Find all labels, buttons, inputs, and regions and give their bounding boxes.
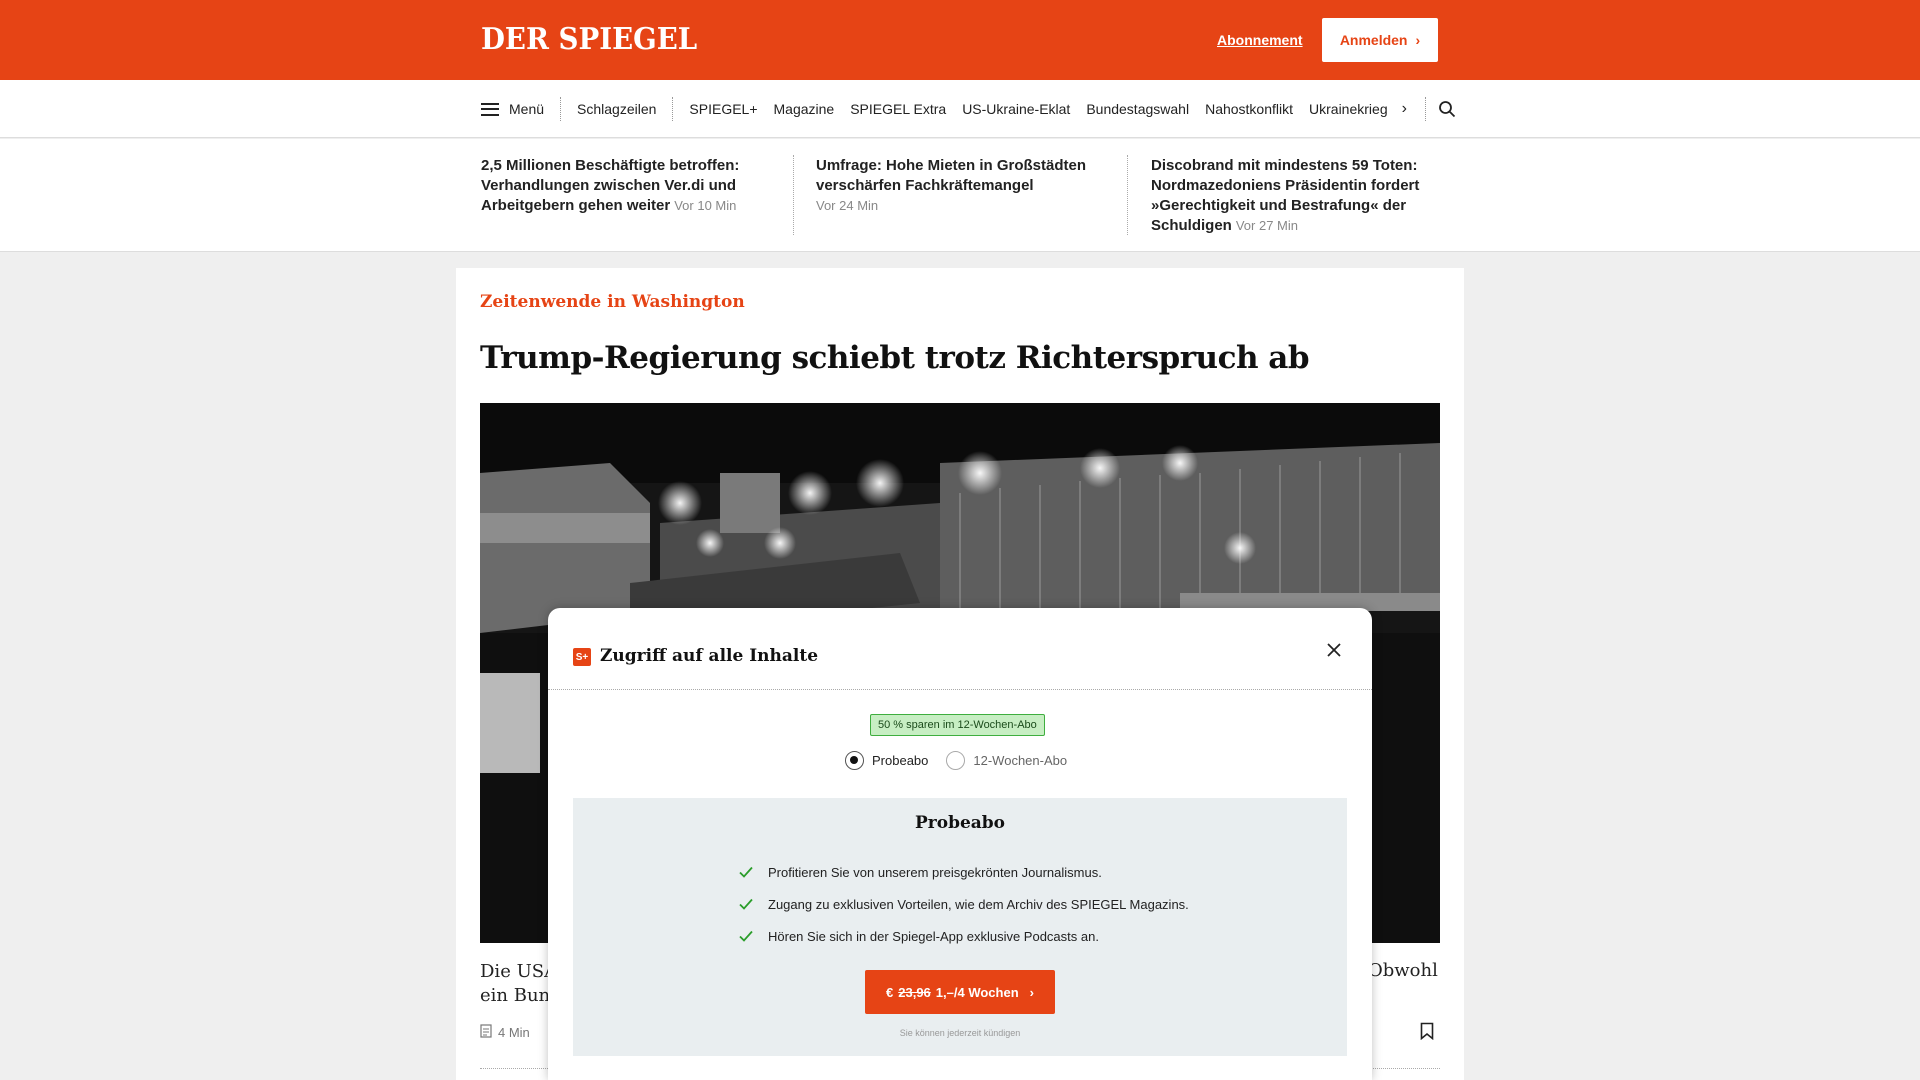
nav-item-us-ukraine[interactable]: US-Ukraine-Eklat <box>954 101 1078 117</box>
nav-item-spiegel-plus[interactable]: SPIEGEL+ <box>673 101 765 117</box>
plan-option-12-wochen[interactable]: 12-Wochen-Abo <box>946 751 1067 770</box>
benefit-item: Zugang zu exklusiven Vorteilen, wie dem … <box>738 888 1189 920</box>
bookmark-icon[interactable] <box>1420 1022 1434 1045</box>
plan-option-label: 12-Wochen-Abo <box>973 753 1068 768</box>
ticker-time: Vor 10 Min <box>674 198 737 213</box>
spiegel-logo[interactable]: DER SPIEGEL <box>481 22 697 57</box>
ticker-item[interactable]: Umfrage: Hohe Mieten in Großstädten vers… <box>816 156 1106 216</box>
ticker-item[interactable]: Discobrand mit mindestens 59 Toten: Nord… <box>1151 156 1441 236</box>
ticker-item[interactable]: 2,5 Millionen Beschäftigte betroffen: Ve… <box>481 156 761 216</box>
plan-option-probeabo[interactable]: Probeabo <box>845 751 928 770</box>
cancel-note: Sie können jederzeit kündigen <box>899 1028 1021 1038</box>
spiegel-plus-icon: S+ <box>573 648 591 666</box>
ticker-divider <box>793 155 794 235</box>
plan-selector: Probeabo 12-Wochen-Abo <box>845 751 1067 770</box>
cta-old-price: 23,96 <box>898 984 931 1000</box>
login-button[interactable]: Anmelden › <box>1322 18 1438 62</box>
article-headline[interactable]: Trump-Regierung schiebt trotz Richterspr… <box>480 340 1310 376</box>
modal-title: Zugriff auf alle Inhalte <box>600 646 819 666</box>
benefit-list: Profitieren Sie von unserem preisgekrönt… <box>738 856 1189 952</box>
chevron-right-icon: › <box>1029 984 1034 1000</box>
nav-item-nahostkonflikt[interactable]: Nahostkonflikt <box>1197 101 1301 117</box>
headline-ticker: 2,5 Millionen Beschäftigte betroffen: Ve… <box>0 139 1920 252</box>
ticker-title: Umfrage: Hohe Mieten in Großstädten vers… <box>816 157 1087 194</box>
savings-badge: 50 % sparen im 12-Wochen-Abo <box>870 714 1045 736</box>
radio-selected-icon[interactable] <box>845 751 864 770</box>
abonnement-link[interactable]: Abonnement <box>1217 32 1303 48</box>
benefit-text: Zugang zu exklusiven Vorteilen, wie dem … <box>768 896 1189 912</box>
article-kicker[interactable]: Zeitenwende in Washington <box>480 292 745 312</box>
subscription-modal: S+ Zugriff auf alle Inhalte 50 % sparen … <box>548 608 1372 1080</box>
nav-item-magazine[interactable]: Magazine <box>766 101 843 117</box>
offer-title: Probeabo <box>914 813 1006 833</box>
checkmark-icon <box>738 928 754 944</box>
search-icon[interactable] <box>1438 100 1456 118</box>
benefit-text: Hören Sie sich in der Spiegel-App exklus… <box>768 928 1099 944</box>
checkmark-icon <box>738 864 754 880</box>
modal-header: S+ Zugriff auf alle Inhalte <box>548 608 1372 690</box>
main-nav: Menü Schlagzeilen SPIEGEL+ Magazine SPIE… <box>0 80 1920 138</box>
document-icon <box>480 1024 492 1041</box>
read-time-label: 4 Min <box>498 1025 530 1040</box>
login-label: Anmelden <box>1339 32 1408 48</box>
checkmark-icon <box>738 896 754 912</box>
chevron-right-icon: › <box>1415 32 1421 48</box>
cta-new-price: 1,–/4 Wochen <box>935 984 1019 1000</box>
benefit-item: Hören Sie sich in der Spiegel-App exklus… <box>738 920 1189 952</box>
read-time: 4 Min <box>480 1024 530 1041</box>
offer-panel: Probeabo Profitieren Sie von unserem pre… <box>573 798 1347 1056</box>
menu-button[interactable]: Menü <box>481 97 562 121</box>
nav-item-schlagzeilen[interactable]: Schlagzeilen <box>561 97 674 121</box>
ticker-time: Vor 27 Min <box>1235 218 1298 233</box>
plan-option-label: Probeabo <box>872 753 929 768</box>
cta-currency: € <box>886 984 894 1000</box>
article-teaser-text-right: Obwohl <box>1368 960 1438 981</box>
benefit-item: Profitieren Sie von unserem preisgekrönt… <box>738 856 1189 888</box>
nav-item-ukrainekrieg[interactable]: Ukrainekrieg <box>1301 101 1396 117</box>
ticker-time: Vor 24 Min <box>816 198 879 213</box>
chevron-right-icon[interactable]: › <box>1396 100 1413 118</box>
subscribe-button[interactable]: € 23,96 1,–/4 Wochen › <box>865 970 1055 1014</box>
benefit-text: Profitieren Sie von unserem preisgekrönt… <box>768 864 1102 880</box>
ticker-divider <box>1127 155 1128 235</box>
teaser-line-1: Die USA <box>480 961 558 982</box>
nav-divider <box>1424 97 1426 121</box>
site-header: DER SPIEGEL Abonnement Anmelden › <box>0 0 1920 80</box>
nav-item-spiegel-extra[interactable]: SPIEGEL Extra <box>842 101 954 117</box>
menu-label: Menü <box>509 101 545 117</box>
hamburger-icon <box>481 102 499 116</box>
close-icon[interactable] <box>1322 638 1346 662</box>
nav-item-bundestagswahl[interactable]: Bundestagswahl <box>1078 101 1197 117</box>
radio-unselected-icon[interactable] <box>946 751 966 770</box>
